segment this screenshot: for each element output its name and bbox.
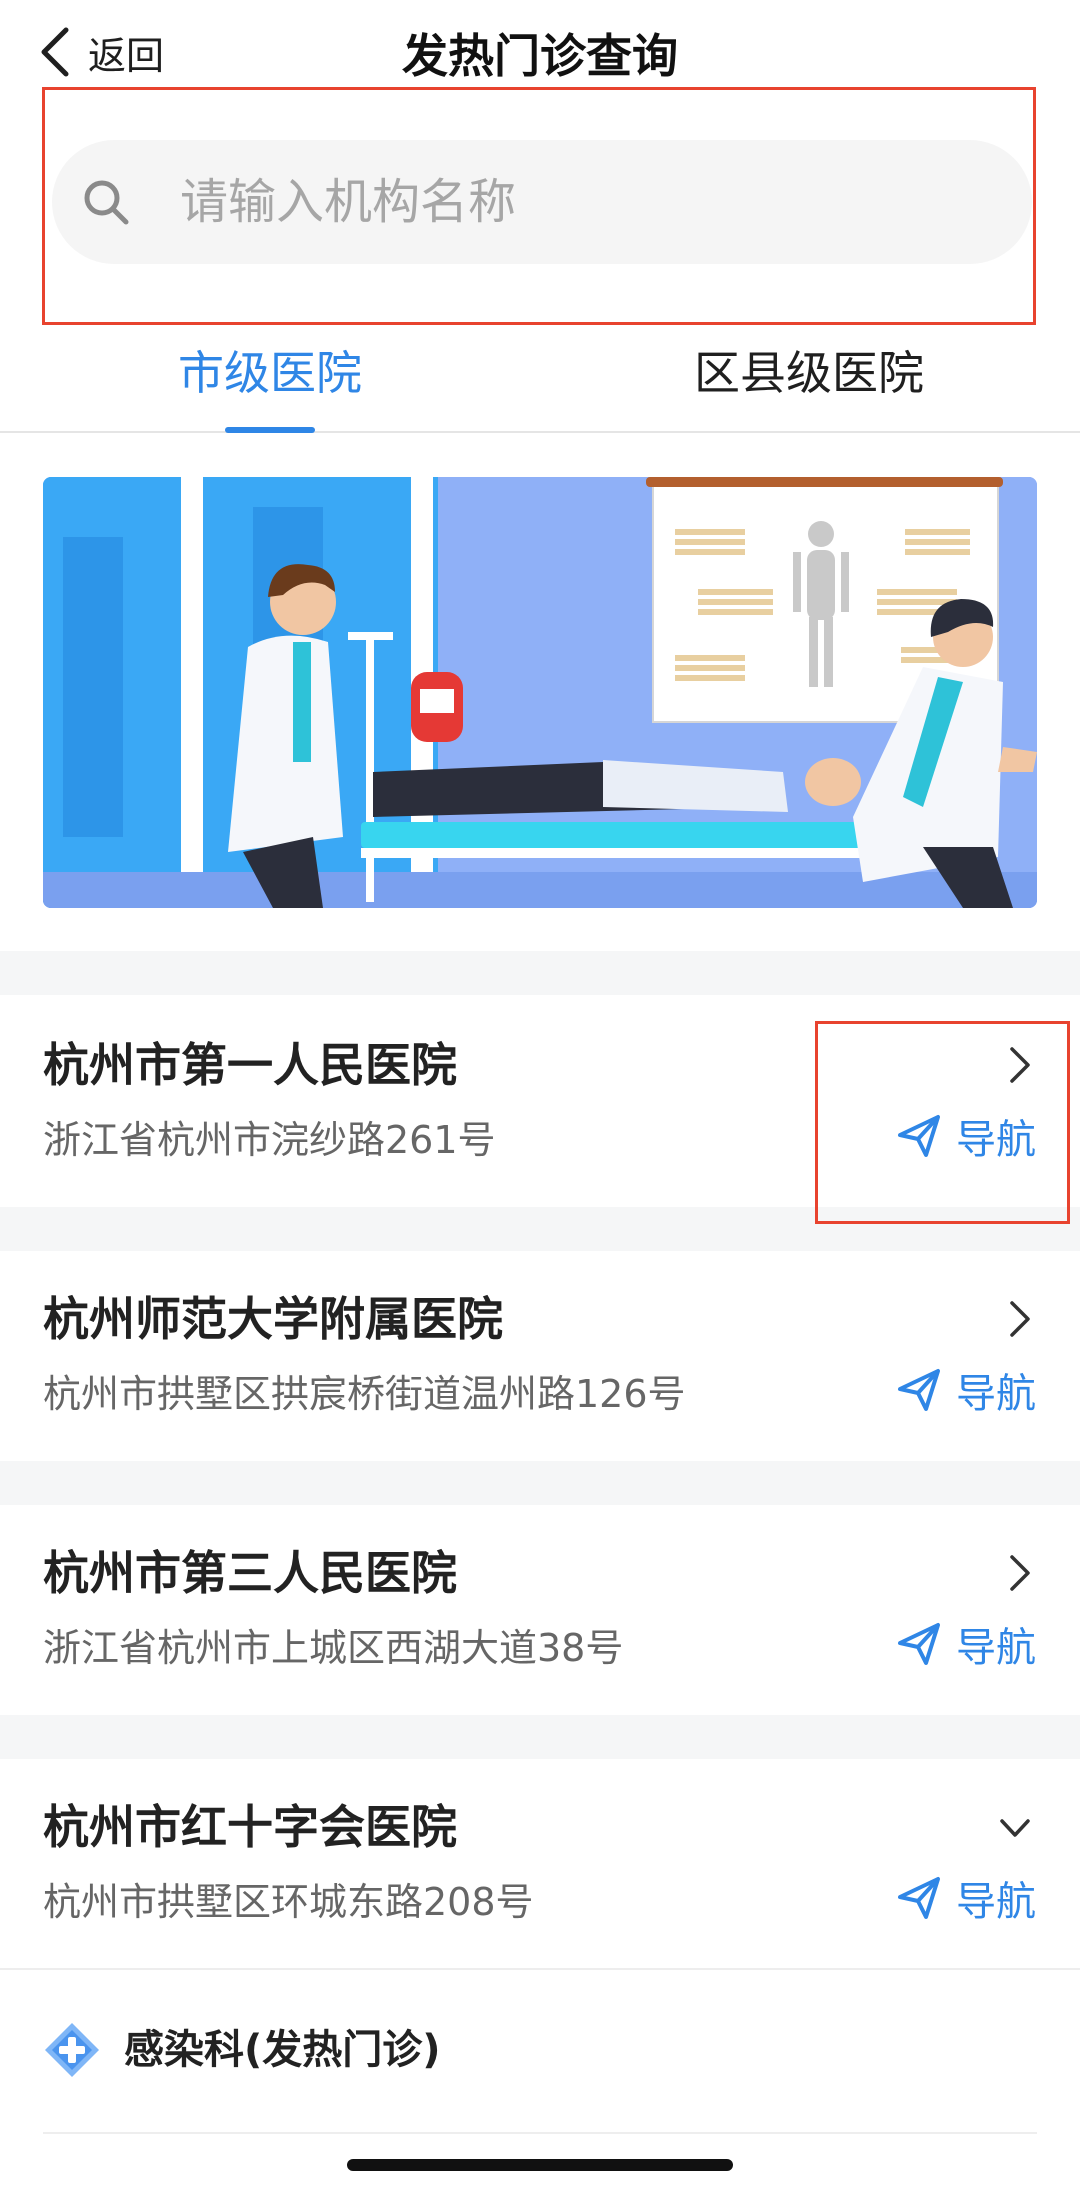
hospital-card[interactable]: 杭州市第三人民医院 浙江省杭州市上城区西湖大道38号 导航 <box>0 1505 1080 1715</box>
chevron-right-icon[interactable] <box>1008 1299 1032 1339</box>
page-title: 发热门诊查询 <box>402 29 678 83</box>
paper-plane-icon <box>898 1369 940 1411</box>
department-label: 感染科(发热门诊) <box>124 2027 441 2073</box>
home-indicator <box>347 2159 733 2171</box>
hospital-address: 浙江省杭州市浣纱路261号 <box>43 1118 496 1162</box>
medical-cross-icon <box>45 2023 99 2077</box>
navigate-button[interactable]: 导航 <box>896 1869 1036 1927</box>
divider <box>43 2132 1037 2134</box>
section-gap <box>0 951 1080 995</box>
chevron-right-icon[interactable] <box>1008 1553 1032 1593</box>
search-input[interactable] <box>178 173 942 231</box>
hospital-scene-illustration <box>43 477 1037 908</box>
hospital-address: 杭州市拱墅区环城东路208号 <box>43 1880 534 1924</box>
hospital-name: 杭州师范大学附属医院 <box>43 1292 503 1346</box>
navigate-label: 导航 <box>956 1879 1036 1925</box>
hospital-address: 杭州市拱墅区拱宸桥街道温州路126号 <box>43 1372 686 1416</box>
chevron-down-icon[interactable] <box>998 1817 1032 1841</box>
search-bar[interactable] <box>52 140 1032 264</box>
paper-plane-icon <box>898 1877 940 1919</box>
hospital-card[interactable]: 杭州市红十字会医院 杭州市拱墅区环城东路208号 导航 <box>0 1759 1080 1969</box>
navigate-label: 导航 <box>956 1371 1036 1417</box>
paper-plane-icon <box>898 1623 940 1665</box>
navigate-button[interactable]: 导航 <box>896 1615 1036 1673</box>
navigate-button[interactable]: 导航 <box>896 1361 1036 1419</box>
navigate-label: 导航 <box>956 1625 1036 1671</box>
department-row[interactable]: 感染科(发热门诊) <box>0 1970 1080 2110</box>
tab-city-hospitals[interactable]: 市级医院 <box>178 337 362 403</box>
fever-clinic-page: 返回 发热门诊查询 市级医院 区县级医院 <box>0 0 1080 2195</box>
section-gap <box>0 1461 1080 1505</box>
banner-illustration <box>43 477 1037 908</box>
search-icon <box>84 180 129 225</box>
section-gap <box>0 1715 1080 1759</box>
navigate-highlight-box <box>815 1021 1070 1224</box>
hospital-level-tabs: 市级医院 区县级医院 <box>0 325 1080 433</box>
tab-district-hospitals[interactable]: 区县级医院 <box>694 337 924 403</box>
hospital-name: 杭州市红十字会医院 <box>43 1800 457 1854</box>
active-tab-indicator <box>225 427 315 433</box>
hospital-name: 杭州市第一人民医院 <box>43 1038 457 1092</box>
hospital-address: 浙江省杭州市上城区西湖大道38号 <box>43 1626 624 1670</box>
hospital-card[interactable]: 杭州师范大学附属医院 杭州市拱墅区拱宸桥街道温州路126号 导航 <box>0 1251 1080 1461</box>
hospital-name: 杭州市第三人民医院 <box>43 1546 457 1600</box>
nav-bar: 返回 发热门诊查询 <box>0 0 1080 100</box>
